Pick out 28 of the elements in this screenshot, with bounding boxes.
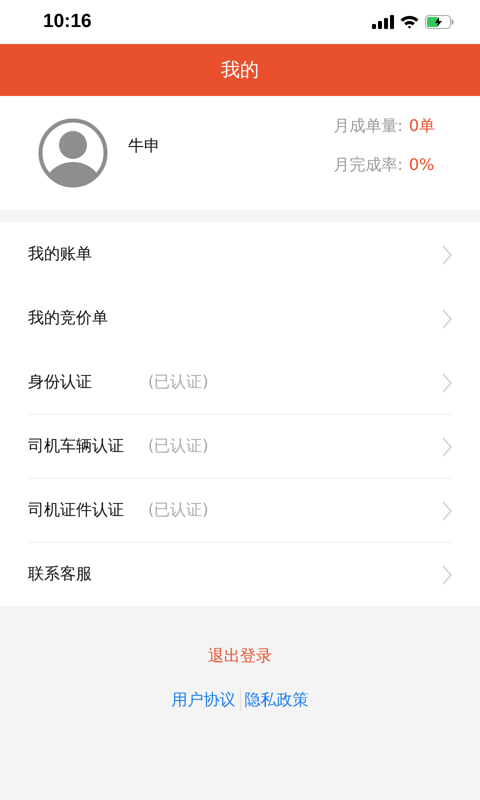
status-time: 10:16 — [43, 11, 92, 33]
menu-item-label[interactable]: 身份认证 — [28, 372, 148, 393]
policy-link[interactable]: 隐私政策 — [244, 690, 308, 710]
battery-charging-icon — [425, 15, 454, 29]
verified-status: (已认证) — [148, 500, 210, 521]
stat-value: 0单 — [408, 116, 435, 137]
menu-item-label[interactable]: 司机车辆认证 — [28, 436, 148, 457]
chevron-right-icon — [442, 308, 452, 328]
menu-item-label[interactable]: 我的竞价单 — [28, 308, 148, 329]
chevron-right-icon — [442, 436, 452, 456]
policy-link[interactable]: 用户协议 — [172, 690, 236, 710]
avatar-icon — [38, 118, 108, 188]
chevron-right-icon — [442, 500, 452, 520]
stat-label: 月成单量: — [333, 116, 403, 137]
signal-icon — [372, 15, 394, 29]
verified-status: (已认证) — [148, 436, 210, 457]
wifi-icon — [400, 15, 419, 29]
chevron-right-icon — [442, 564, 452, 584]
menu-item-label[interactable]: 我的账单 — [28, 244, 148, 265]
stat-label: 月完成率: — [333, 155, 403, 176]
menu-item-label[interactable]: 联系客服 — [28, 564, 148, 585]
verified-status: (已认证) — [148, 372, 210, 393]
menu-item-label[interactable]: 司机证件认证 — [28, 500, 148, 521]
chevron-right-icon — [442, 244, 452, 264]
stat-value: 0% — [408, 155, 434, 176]
page-title: 我的 — [221, 58, 259, 83]
chevron-right-icon — [442, 372, 452, 392]
user-name: 牛申 — [128, 136, 161, 156]
